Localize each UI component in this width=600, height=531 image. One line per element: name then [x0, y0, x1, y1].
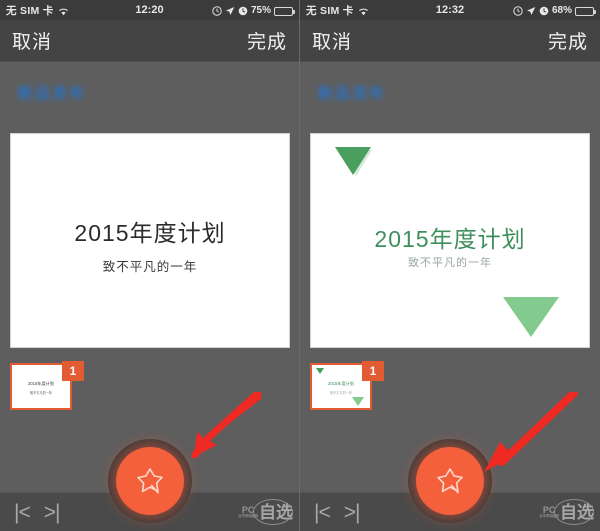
- watermark-zixuan-label: 自选: [253, 499, 293, 525]
- slide-subtitle[interactable]: 致不平凡的一年: [311, 254, 589, 270]
- slide-thumbnail-strip: 2015年度计划 致不平凡的一年 1: [0, 358, 299, 416]
- magic-design-button[interactable]: [416, 447, 484, 515]
- slide-canvas[interactable]: 2015年度计划 致不平凡的一年: [310, 133, 590, 348]
- battery-icon: [274, 6, 295, 16]
- magic-design-button[interactable]: [115, 447, 184, 515]
- triangle-top-left-icon: [335, 147, 371, 175]
- magic-wand-star-icon: [433, 464, 467, 498]
- magic-design-button-wrap: [408, 439, 492, 523]
- status-bar: 无 SIM 卡 12:32 68%: [300, 0, 600, 20]
- cancel-button[interactable]: 取消: [12, 27, 52, 54]
- cancel-button[interactable]: 取消: [312, 27, 352, 54]
- watermark-ring-icon: [253, 499, 293, 525]
- location-arrow-icon: [526, 6, 536, 16]
- status-bar-left: 无 SIM 卡: [6, 3, 69, 18]
- status-bar-left: 无 SIM 卡: [306, 3, 369, 18]
- phone-screen-after: 无 SIM 卡 12:32 68% 取消 完成 新品发布 2015年度计划 致不…: [300, 0, 600, 531]
- previous-slide-button[interactable]: |<: [14, 502, 31, 523]
- next-slide-button[interactable]: >|: [344, 502, 361, 523]
- previous-slide-button[interactable]: |<: [314, 502, 331, 523]
- watermark-zixuan-label: 自选: [554, 499, 594, 525]
- status-bar-right: 68%: [513, 4, 596, 16]
- slide-number-badge: 1: [62, 361, 84, 381]
- thumbnail-subtitle: 致不平凡的一年: [29, 391, 53, 395]
- thumbnail-triangle-top-left-icon: [316, 368, 324, 374]
- status-bar: 无 SIM 卡 12:20 75%: [0, 0, 299, 20]
- document-title-strip: 新品发布: [0, 62, 299, 133]
- triangle-bottom-right-icon: [503, 297, 559, 337]
- watermark-ring-icon: [554, 499, 594, 525]
- document-title-blurred: 新品发布: [318, 85, 387, 102]
- thumbnail-subtitle: 致不平凡的一年: [329, 391, 353, 395]
- slide-nav-arrows: |< >|: [300, 502, 361, 523]
- slide-number-badge: 1: [362, 361, 384, 381]
- magic-design-button-wrap: [107, 439, 192, 523]
- nav-toolbar: 取消 完成: [0, 20, 299, 62]
- alarm-icon: [212, 6, 222, 16]
- slide-title[interactable]: 2015年度计划: [11, 214, 289, 248]
- battery-percent-label: 68%: [551, 4, 572, 16]
- location-arrow-icon: [225, 6, 235, 16]
- thumbnail-title: 2015年度计划: [27, 381, 55, 386]
- screenshot-pair: 无 SIM 卡 12:20 75% 取消 完成 新品发布 2015年度计划 致不…: [0, 0, 600, 531]
- document-title-strip: 新品发布: [300, 62, 600, 133]
- clock-icon: [238, 6, 248, 16]
- watermark: PC 太平洋电脑网 自选: [539, 499, 600, 525]
- slide-nav-arrows: |< >|: [0, 502, 61, 523]
- slide-inner: 2015年度计划 致不平凡的一年: [11, 134, 289, 347]
- slide-thumbnail-strip: 2015年度计划 致不平凡的一年 1: [300, 358, 600, 416]
- carrier-label: 无 SIM 卡: [306, 4, 354, 17]
- next-slide-button[interactable]: >|: [44, 502, 61, 523]
- wifi-icon: [358, 7, 369, 16]
- magic-wand-star-icon: [133, 464, 167, 498]
- wifi-icon: [58, 7, 69, 16]
- slide-canvas[interactable]: 2015年度计划 致不平凡的一年: [10, 133, 290, 348]
- alarm-icon: [513, 6, 523, 16]
- thumbnail-triangle-bottom-right-icon: [352, 397, 364, 406]
- slide-inner: 2015年度计划 致不平凡的一年: [311, 134, 589, 347]
- battery-percent-label: 75%: [250, 4, 271, 16]
- carrier-label: 无 SIM 卡: [6, 4, 54, 17]
- clock-icon: [539, 6, 549, 16]
- nav-toolbar: 取消 完成: [300, 20, 600, 62]
- done-button[interactable]: 完成: [548, 27, 588, 54]
- done-button[interactable]: 完成: [247, 27, 287, 54]
- watermark: PC 太平洋电脑网 自选: [238, 499, 299, 525]
- slide-title[interactable]: 2015年度计划: [311, 220, 589, 254]
- document-title-blurred: 新品发布: [18, 85, 87, 102]
- thumbnail-title: 2015年度计划: [327, 381, 355, 386]
- watermark-pc-label: PC 太平洋电脑网: [539, 504, 559, 518]
- status-bar-right: 75%: [212, 4, 295, 16]
- phone-screen-before: 无 SIM 卡 12:20 75% 取消 完成 新品发布 2015年度计划 致不…: [0, 0, 300, 531]
- battery-icon: [575, 6, 596, 16]
- watermark-pc-label: PC 太平洋电脑网: [238, 504, 258, 518]
- slide-subtitle[interactable]: 致不平凡的一年: [11, 256, 289, 275]
